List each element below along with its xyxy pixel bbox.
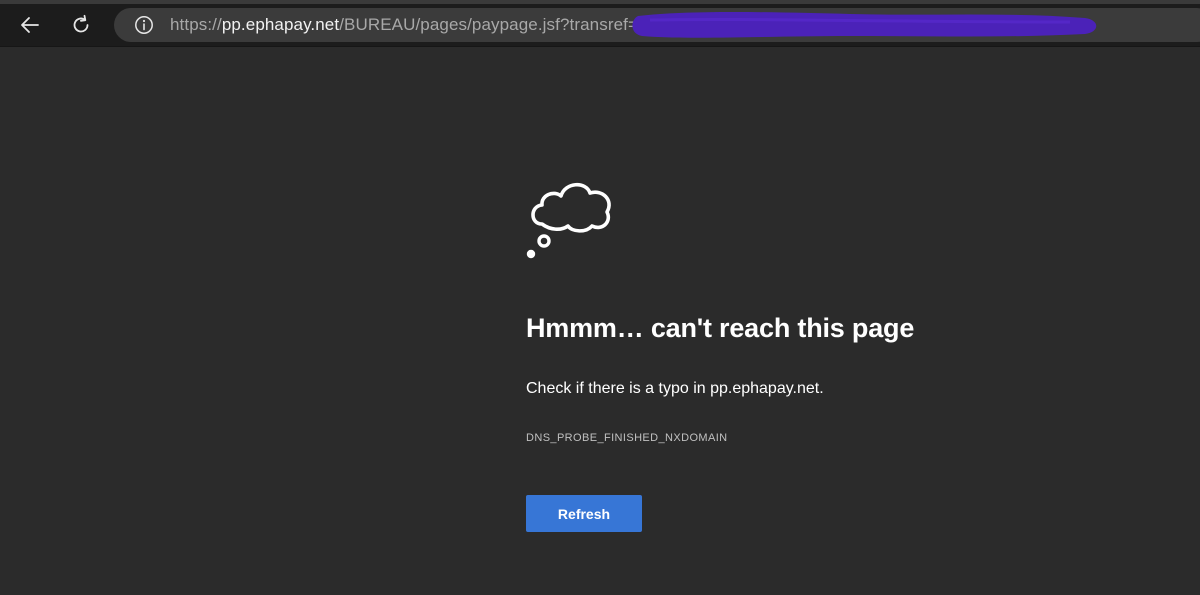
refresh-button[interactable]: Refresh [526, 495, 642, 532]
reload-icon [73, 14, 89, 33]
info-icon[interactable] [134, 15, 154, 35]
url-scheme: https:// [170, 15, 222, 34]
reload-button[interactable] [64, 8, 98, 42]
url-host: pp.ephapay.net [221, 15, 340, 34]
error-title: Hmmm… can't reach this page [526, 313, 915, 343]
error-message: Check if there is a typo in pp.ephapay.n… [526, 380, 824, 397]
url-text[interactable]: https://pp.ephapay.net/BUREAU/pages/payp… [170, 8, 638, 42]
url-path: /BUREAU/pages/paypage.jsf?transref= [339, 15, 638, 34]
thought-cloud-icon [526, 182, 611, 259]
back-button[interactable] [13, 8, 47, 42]
redaction-scribble [632, 12, 1097, 38]
browser-window: https://pp.ephapay.net/BUREAU/pages/payp… [0, 0, 1200, 595]
error-code: DNS_PROBE_FINISHED_NXDOMAIN [526, 432, 728, 444]
back-arrow-icon [21, 17, 39, 33]
